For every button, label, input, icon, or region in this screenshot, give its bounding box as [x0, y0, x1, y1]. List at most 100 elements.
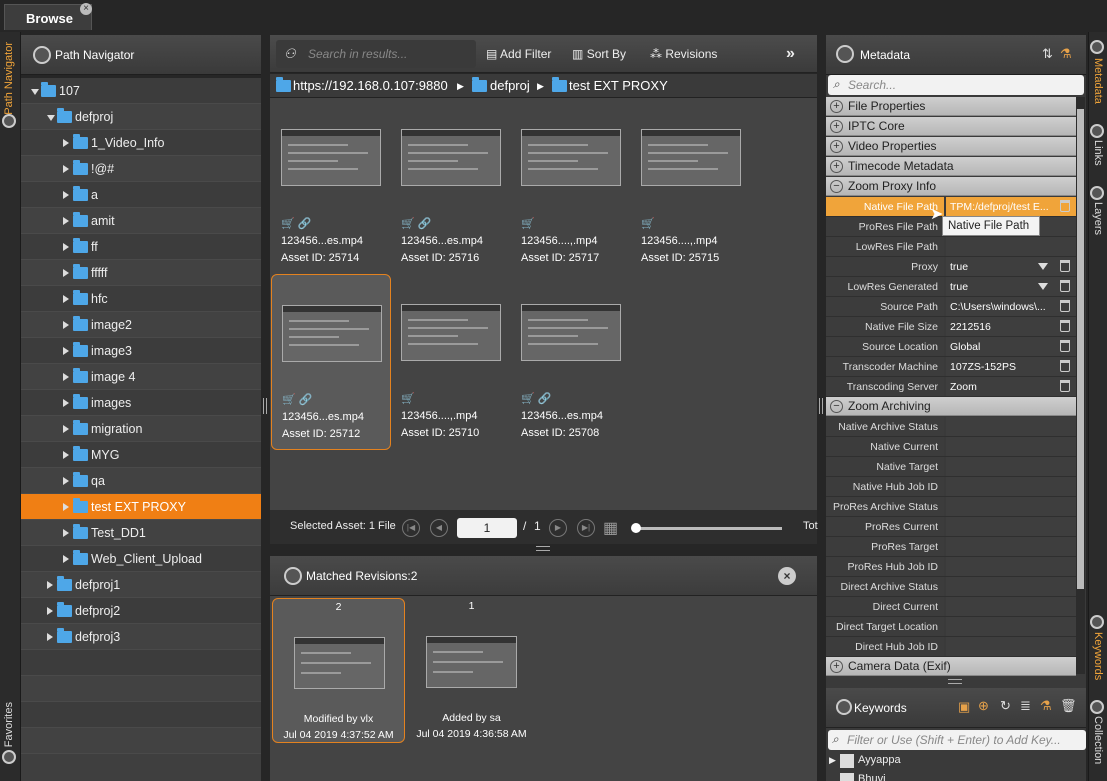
- asset-thumbnail[interactable]: [401, 304, 501, 361]
- expand-right-icon[interactable]: [63, 555, 69, 563]
- metadata-value[interactable]: [946, 417, 1076, 436]
- metadata-value[interactable]: true: [946, 277, 1076, 296]
- metadata-row[interactable]: Direct Hub Job ID: [826, 637, 1076, 657]
- metadata-row[interactable]: Native File Path TPM:/defproj/test E...: [826, 197, 1076, 217]
- metadata-row[interactable]: Direct Target Location: [826, 617, 1076, 637]
- sidebar-tab-path-navigator[interactable]: Path Navigator: [3, 42, 15, 115]
- delete-keyword-icon[interactable]: 🗑: [1060, 698, 1077, 714]
- metadata-value[interactable]: [946, 497, 1076, 516]
- zoom-slider-thumb[interactable]: [631, 523, 641, 533]
- search-keyword-icon[interactable]: ⊕: [978, 698, 989, 714]
- sidebar-tab-layers[interactable]: Layers: [1092, 202, 1104, 235]
- asset-thumbnail[interactable]: [281, 129, 381, 186]
- expand-icon[interactable]: +: [830, 160, 843, 173]
- metadata-scrollbar[interactable]: [1076, 97, 1085, 674]
- trash-icon[interactable]: [1060, 300, 1070, 312]
- grid-view-icon[interactable]: ▦: [603, 518, 618, 538]
- revision-thumbnail[interactable]: [426, 636, 517, 688]
- metadata-value[interactable]: [946, 457, 1076, 476]
- horizontal-splitter-handle[interactable]: [536, 546, 550, 551]
- tree-item[interactable]: defproj1: [21, 572, 261, 598]
- keyword-row[interactable]: Bhuvi: [826, 771, 1086, 781]
- expand-right-icon[interactable]: [63, 269, 69, 277]
- metadata-value[interactable]: [946, 557, 1076, 576]
- zoom-slider[interactable]: [632, 527, 782, 530]
- dropdown-arrow-icon[interactable]: [1038, 283, 1048, 290]
- metadata-row[interactable]: Native Archive Status: [826, 417, 1076, 437]
- expand-right-icon[interactable]: [63, 477, 69, 485]
- asset-thumbnail[interactable]: [521, 129, 621, 186]
- metadata-section[interactable]: + Camera Data (Exif): [826, 657, 1076, 676]
- metadata-section[interactable]: + IPTC Core: [826, 117, 1076, 136]
- expand-right-icon[interactable]: [63, 529, 69, 537]
- tree-item[interactable]: image 4: [21, 364, 261, 390]
- expand-right-icon[interactable]: [63, 321, 69, 329]
- breadcrumb-item-test-ext-proxy[interactable]: test EXT PROXY: [569, 78, 668, 93]
- expand-right-icon[interactable]: [63, 295, 69, 303]
- tree-item[interactable]: ff: [21, 234, 261, 260]
- expand-right-icon[interactable]: [63, 191, 69, 199]
- expand-icon[interactable]: +: [830, 660, 843, 673]
- metadata-value[interactable]: [946, 437, 1076, 456]
- tree-item[interactable]: 1_Video_Info: [21, 130, 261, 156]
- next-page-icon[interactable]: ▶: [549, 519, 567, 537]
- tree-item[interactable]: !@#: [21, 156, 261, 182]
- expand-right-icon[interactable]: [63, 165, 69, 173]
- metadata-row[interactable]: ProRes Current: [826, 517, 1076, 537]
- keyword-checkbox[interactable]: [840, 754, 854, 768]
- metadata-value[interactable]: 107ZS-152PS: [946, 357, 1076, 376]
- expand-right-icon[interactable]: [47, 581, 53, 589]
- metadata-row[interactable]: Direct Current: [826, 597, 1076, 617]
- metadata-section[interactable]: + Timecode Metadata: [826, 157, 1076, 176]
- trash-icon[interactable]: [1060, 380, 1070, 392]
- tree-item[interactable]: hfc: [21, 286, 261, 312]
- metadata-row[interactable]: ProRes Target: [826, 537, 1076, 557]
- expand-icon[interactable]: +: [830, 140, 843, 153]
- tree-item[interactable]: image2: [21, 312, 261, 338]
- add-keyword-icon[interactable]: ▣: [958, 699, 970, 715]
- sidebar-tab-links[interactable]: Links: [1092, 140, 1104, 166]
- expand-right-icon[interactable]: [63, 347, 69, 355]
- metadata-row[interactable]: Transcoder Machine 107ZS-152PS: [826, 357, 1076, 377]
- metadata-value[interactable]: [946, 577, 1076, 596]
- toolbar-more-button[interactable]: »: [786, 45, 795, 63]
- expand-right-icon[interactable]: [63, 451, 69, 459]
- metadata-value[interactable]: [946, 517, 1076, 536]
- trash-icon[interactable]: [1060, 320, 1070, 332]
- tree-item[interactable]: amit: [21, 208, 261, 234]
- metadata-section[interactable]: + File Properties: [826, 97, 1076, 116]
- tab-browse[interactable]: Browse: [4, 4, 92, 30]
- clear-flask-icon[interactable]: ⚗: [1060, 46, 1072, 62]
- expand-right-icon[interactable]: [63, 503, 69, 511]
- metadata-section[interactable]: + Video Properties: [826, 137, 1076, 156]
- collapse-icon[interactable]: −: [830, 180, 843, 193]
- trash-icon[interactable]: [1060, 280, 1070, 292]
- metadata-row[interactable]: Source Location Global: [826, 337, 1076, 357]
- trash-icon[interactable]: [1060, 260, 1070, 272]
- keyword-filter-input[interactable]: ⌕ Filter or Use (Shift + Enter) to Add K…: [828, 730, 1086, 750]
- tree-item[interactable]: defproj3: [21, 624, 261, 650]
- last-page-icon[interactable]: ▶|: [577, 519, 595, 537]
- metadata-row[interactable]: Native File Size 2212516: [826, 317, 1076, 337]
- metadata-value[interactable]: [946, 597, 1076, 616]
- collapse-icon[interactable]: −: [830, 400, 843, 413]
- sidebar-tab-keywords[interactable]: Keywords: [1092, 632, 1104, 680]
- tab-close-icon[interactable]: ×: [80, 3, 92, 15]
- asset-card[interactable]: 🛒 🔗 123456...es.mp4 Asset ID: 25716: [391, 99, 511, 275]
- expand-right-icon[interactable]: [47, 633, 53, 641]
- keyword-row[interactable]: ▶ Ayyappa: [826, 752, 1086, 770]
- page-input[interactable]: 1: [457, 518, 517, 538]
- metadata-row[interactable]: ProRes Archive Status: [826, 497, 1076, 517]
- metadata-value[interactable]: [946, 477, 1076, 496]
- metadata-search-input[interactable]: ⌕ Search...: [828, 75, 1084, 95]
- metadata-value[interactable]: [946, 617, 1076, 636]
- metadata-section[interactable]: − Zoom Proxy Info: [826, 177, 1076, 196]
- breadcrumb-item-server[interactable]: https://192.168.0.107:9880: [293, 78, 448, 93]
- expand-right-icon[interactable]: [63, 139, 69, 147]
- expand-icon[interactable]: +: [830, 100, 843, 113]
- tree-item[interactable]: fffff: [21, 260, 261, 286]
- flask-icon[interactable]: ⚗: [1040, 698, 1052, 714]
- tree-item[interactable]: 107: [21, 78, 261, 104]
- tree-item[interactable]: image3: [21, 338, 261, 364]
- asset-card[interactable]: 🛒 123456....,.mp4 Asset ID: 25717: [511, 99, 631, 275]
